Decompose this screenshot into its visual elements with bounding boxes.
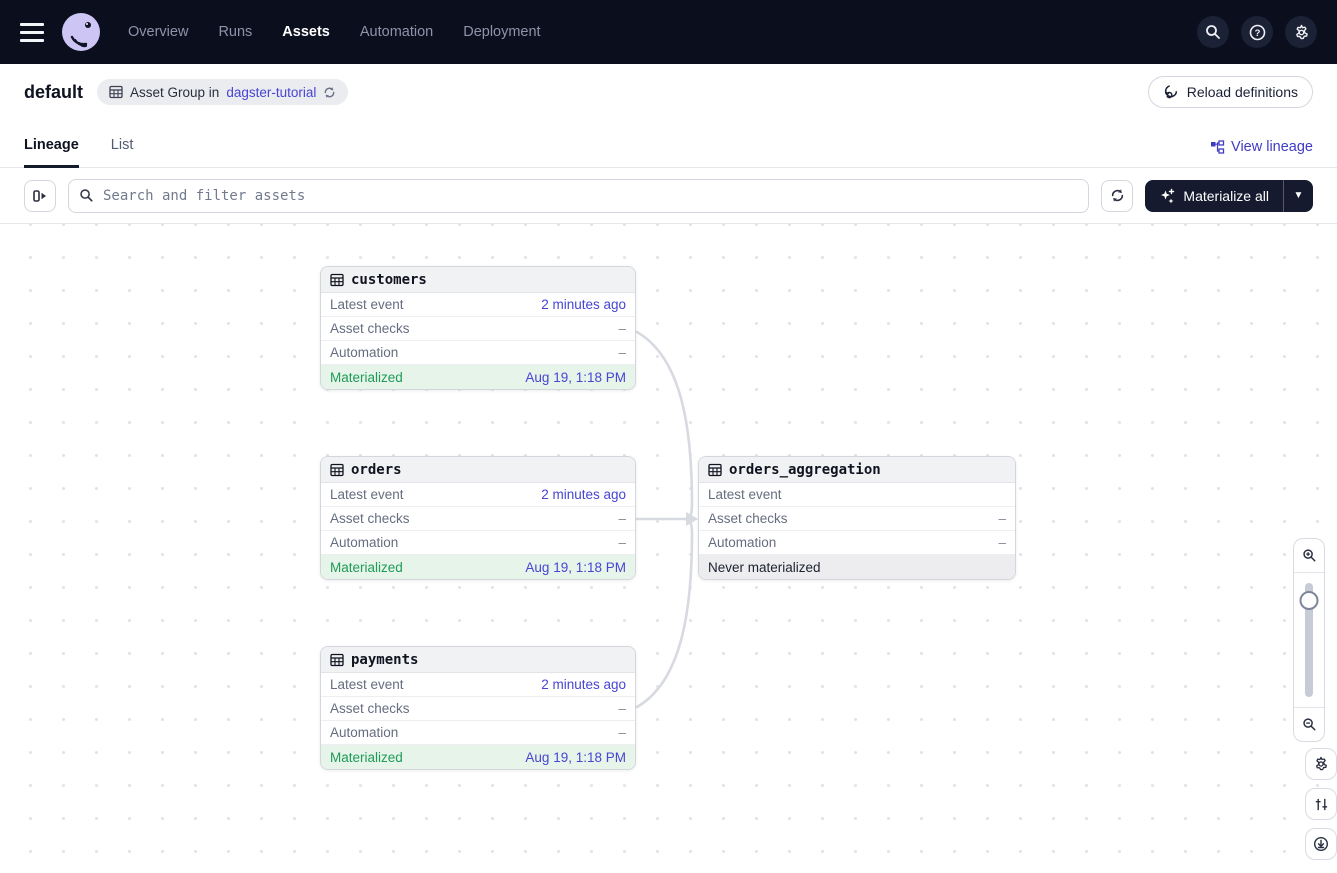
svg-text:?: ? [1254,28,1260,39]
page-header: default Asset Group in dagster-tutorial … [0,64,1337,120]
sparkle-icon [1159,188,1175,204]
table-icon [330,653,344,667]
materialize-all-label: Materialize all [1183,188,1269,204]
row-label: Automation [708,535,776,550]
lineage-edges [0,224,1337,873]
hamburger-menu-icon[interactable] [20,18,48,46]
row-value: – [998,511,1006,526]
materialization-time-link[interactable]: Aug 19, 1:18 PM [525,560,626,575]
reload-definitions-button[interactable]: Reload definitions [1148,76,1313,108]
tab-list[interactable]: List [111,137,134,167]
tabs-bar: Lineage List View lineage [0,120,1337,168]
sync-icon[interactable] [323,86,336,99]
row-label: Latest event [708,487,782,502]
row-label: Asset checks [708,511,788,526]
row-label: Automation [330,535,398,550]
zoom-controls [1293,538,1325,742]
lineage-graph-icon [1210,140,1225,155]
table-icon [708,463,722,477]
row-value: – [618,511,626,526]
search-icon[interactable] [1197,16,1229,48]
row-value: – [618,725,626,740]
expand-panel-icon[interactable] [24,180,56,212]
row-label: Asset checks [330,511,410,526]
recenter-view-icon[interactable] [1305,828,1337,860]
latest-event-link[interactable]: 2 minutes ago [541,677,626,692]
logo-tentacles-icon [62,13,100,51]
nav-item-assets[interactable]: Assets [282,24,330,40]
nav-item-deployment[interactable]: Deployment [463,24,540,40]
view-lineage-label: View lineage [1231,139,1313,155]
row-label: Latest event [330,297,404,312]
nav-item-overview[interactable]: Overview [128,24,188,40]
zoom-in-icon[interactable] [1294,539,1324,573]
tab-lineage[interactable]: Lineage [24,137,79,167]
refresh-icon[interactable] [1101,180,1133,212]
help-icon[interactable]: ? [1241,16,1273,48]
asset-search [68,179,1089,213]
row-label: Automation [330,345,398,360]
asset-group-badge: Asset Group in dagster-tutorial [97,79,348,105]
page-title: default [24,82,83,103]
top-navbar: Overview Runs Assets Automation Deployme… [0,0,1337,64]
asset-name: customers [351,272,427,288]
graph-filters-icon[interactable] [1305,788,1337,820]
view-lineage-link[interactable]: View lineage [1210,139,1313,167]
row-value: – [618,321,626,336]
asset-node-orders-aggregation[interactable]: orders_aggregation Latest event Asset ch… [698,456,1016,580]
asset-name: payments [351,652,418,668]
row-value: – [618,535,626,550]
badge-prefix: Asset Group in [130,85,219,100]
status-row: Materialized Aug 19, 1:18 PM [321,555,635,579]
asset-name: orders [351,462,402,478]
latest-event-link[interactable]: 2 minutes ago [541,487,626,502]
materialization-time-link[interactable]: Aug 19, 1:18 PM [525,370,626,385]
materialize-all-button[interactable]: Materialize all [1145,180,1283,212]
status-row: Materialized Aug 19, 1:18 PM [321,745,635,769]
search-input[interactable] [68,179,1089,213]
status-row: Never materialized [699,555,1015,579]
graph-settings-icon[interactable] [1305,748,1337,780]
lineage-canvas[interactable]: customers Latest event 2 minutes ago Asse… [0,224,1337,873]
row-value: – [998,535,1006,550]
dagster-logo[interactable] [62,13,100,51]
table-icon [330,273,344,287]
zoom-slider[interactable] [1294,573,1324,707]
latest-event-link[interactable]: 2 minutes ago [541,297,626,312]
lineage-toolbar: Materialize all ▼ [0,168,1337,224]
materialization-time-link[interactable]: Aug 19, 1:18 PM [525,750,626,765]
status-row: Materialized Aug 19, 1:18 PM [321,365,635,389]
row-label: Automation [330,725,398,740]
row-label: Latest event [330,677,404,692]
row-label: Asset checks [330,701,410,716]
row-label: Asset checks [330,321,410,336]
gear-icon[interactable] [1285,16,1317,48]
status-label: Materialized [330,560,403,575]
status-label: Never materialized [708,560,821,575]
nav-item-runs[interactable]: Runs [218,24,252,40]
asset-node-customers[interactable]: customers Latest event 2 minutes ago Asse… [320,266,636,390]
row-label: Latest event [330,487,404,502]
table-icon [109,85,123,99]
asset-name: orders_aggregation [729,462,881,478]
materialize-split-button: Materialize all ▼ [1145,180,1313,212]
reload-icon [1163,84,1179,100]
search-input-icon [79,188,94,208]
asset-node-orders[interactable]: orders Latest event 2 minutes ago Asset c… [320,456,636,580]
zoom-slider-knob[interactable] [1300,591,1319,610]
badge-repo-link[interactable]: dagster-tutorial [226,85,316,100]
asset-node-payments[interactable]: payments Latest event 2 minutes ago Asset… [320,646,636,770]
status-label: Materialized [330,750,403,765]
reload-definitions-label: Reload definitions [1187,84,1298,100]
nav-item-automation[interactable]: Automation [360,24,433,40]
materialize-dropdown-caret[interactable]: ▼ [1283,180,1313,212]
table-icon [330,463,344,477]
status-label: Materialized [330,370,403,385]
primary-nav: Overview Runs Assets Automation Deployme… [128,24,541,40]
row-value: – [618,701,626,716]
row-value: – [618,345,626,360]
zoom-out-icon[interactable] [1294,707,1324,741]
